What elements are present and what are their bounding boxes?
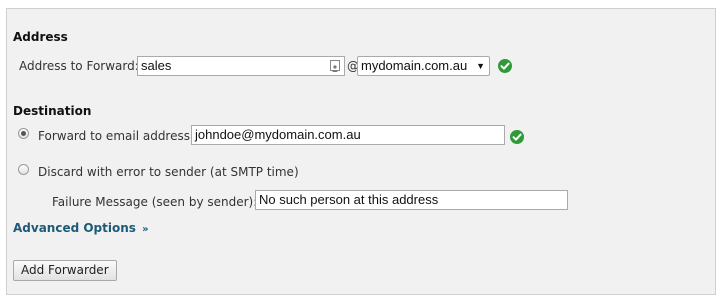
address-heading: Address: [13, 30, 68, 44]
address-to-forward-value: sales: [141, 58, 172, 73]
address-to-forward-label: Address to Forward:: [19, 59, 139, 73]
advanced-options-link[interactable]: Advanced Options »: [13, 221, 149, 235]
discard-with-error-label[interactable]: Discard with error to sender (at SMTP ti…: [38, 165, 299, 179]
forward-to-email-radio[interactable]: [18, 128, 29, 139]
contact-card-icon[interactable]: [330, 60, 340, 72]
advanced-options-label: Advanced Options: [13, 221, 136, 235]
address-to-forward-input[interactable]: sales: [137, 56, 345, 76]
double-chevron-icon: »: [142, 224, 149, 235]
domain-select[interactable]: mydomain.com.au ▼: [357, 56, 490, 76]
valid-check-icon: [510, 130, 524, 144]
add-forwarder-panel: Address Address to Forward: sales @ mydo…: [6, 8, 716, 295]
dropdown-caret-icon: ▼: [476, 61, 485, 71]
forward-email-input[interactable]: johndoe@mydomain.com.au: [191, 125, 505, 145]
add-forwarder-button[interactable]: Add Forwarder: [13, 260, 117, 281]
discard-with-error-radio[interactable]: [18, 164, 29, 175]
forward-email-value: johndoe@mydomain.com.au: [195, 127, 361, 142]
failure-message-value: No such person at this address: [259, 192, 439, 207]
valid-check-icon: [498, 59, 512, 73]
forward-to-email-label[interactable]: Forward to email address:: [38, 129, 194, 143]
domain-selected-value: mydomain.com.au: [361, 58, 468, 73]
failure-message-input[interactable]: No such person at this address: [255, 190, 568, 210]
failure-message-label: Failure Message (seen by sender):: [52, 195, 258, 209]
destination-heading: Destination: [13, 104, 92, 118]
